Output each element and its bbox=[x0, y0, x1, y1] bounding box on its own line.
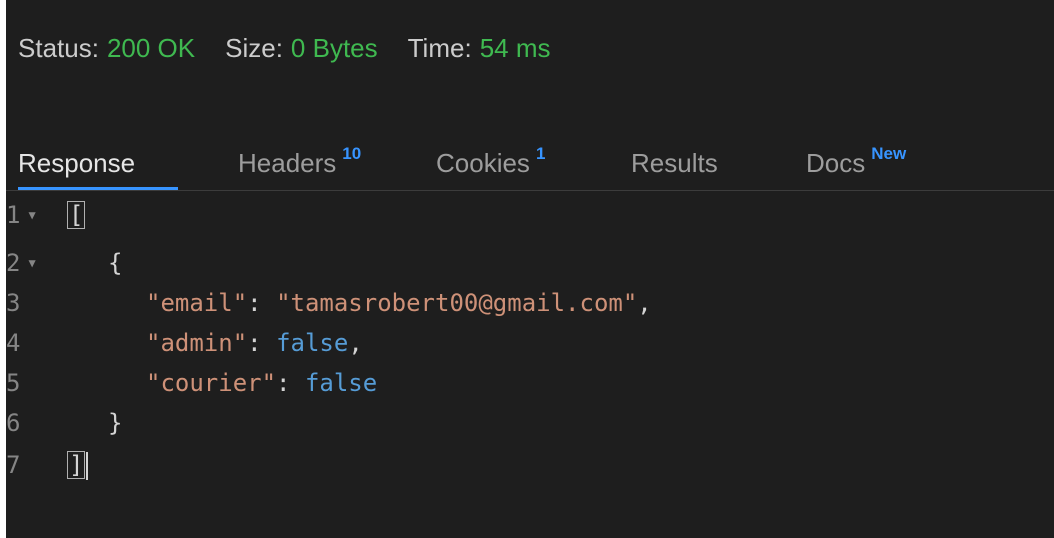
status-label: Status: bbox=[18, 32, 99, 63]
json-string-value: "tamasrobert00@gmail.com" bbox=[276, 289, 638, 317]
tab-cookies-label: Cookies bbox=[436, 148, 530, 178]
line-number: 5 bbox=[6, 369, 21, 397]
code-line: 7 ] bbox=[6, 446, 1054, 484]
size-label: Size: bbox=[225, 32, 283, 63]
tab-results[interactable]: Results bbox=[631, 138, 718, 190]
tab-headers-label: Headers bbox=[238, 148, 337, 178]
json-boolean-value: false bbox=[276, 329, 349, 357]
status-bar: Status: 200 OK Size: 0 Bytes Time: 54 ms bbox=[18, 28, 581, 68]
code-line: 1 ▼ [ bbox=[6, 196, 1054, 234]
open-brace: { bbox=[108, 249, 123, 277]
headers-count-badge: 10 bbox=[342, 144, 362, 163]
code-content: { bbox=[108, 249, 122, 277]
code-line: 6 } bbox=[6, 404, 1054, 442]
tab-response-label: Response bbox=[18, 148, 136, 178]
json-key: "admin" bbox=[146, 329, 248, 357]
line-number: 7 bbox=[6, 451, 21, 479]
tab-cookies[interactable]: Cookies 1 bbox=[436, 138, 545, 190]
line-number: 2 bbox=[6, 249, 21, 277]
cookies-count-badge: 1 bbox=[535, 144, 546, 163]
tab-docs[interactable]: Docs New bbox=[806, 138, 906, 190]
close-brace: } bbox=[108, 409, 123, 437]
open-bracket: [ bbox=[66, 201, 86, 229]
line-gutter: 5 bbox=[6, 369, 64, 397]
line-gutter: 3 bbox=[6, 289, 64, 317]
response-panel: Status: 200 OK Size: 0 Bytes Time: 54 ms… bbox=[6, 0, 1054, 538]
code-line: 2 ▼ { bbox=[6, 244, 1054, 282]
chevron-down-icon[interactable]: ▼ bbox=[28, 256, 35, 270]
chevron-down-icon[interactable]: ▼ bbox=[28, 208, 35, 222]
close-bracket: ] bbox=[66, 450, 86, 479]
time-group: Time: 54 ms bbox=[408, 33, 551, 64]
line-number: 1 bbox=[6, 201, 21, 229]
code-content: } bbox=[108, 409, 122, 437]
tab-docs-label: Docs bbox=[806, 148, 866, 178]
line-number: 4 bbox=[6, 329, 21, 357]
json-boolean-value: false bbox=[304, 369, 378, 397]
size-value: 0 Bytes bbox=[290, 32, 378, 63]
line-gutter: 7 bbox=[6, 451, 64, 479]
time-value: 54 ms bbox=[479, 32, 551, 63]
tab-response[interactable]: Response bbox=[18, 138, 178, 190]
text-cursor bbox=[86, 451, 89, 480]
code-content: [ bbox=[66, 201, 86, 229]
time-label: Time: bbox=[407, 32, 472, 63]
code-content: "courier": false bbox=[146, 369, 377, 397]
colon: : bbox=[247, 329, 277, 357]
code-content: ] bbox=[66, 450, 89, 480]
tab-headers[interactable]: Headers 10 bbox=[238, 138, 361, 190]
json-key: "email" bbox=[146, 289, 248, 317]
code-line: 5 "courier": false bbox=[6, 364, 1054, 402]
size-group: Size: 0 Bytes bbox=[225, 33, 378, 64]
line-gutter: 4 bbox=[6, 329, 64, 357]
status-value: 200 OK bbox=[106, 32, 196, 63]
docs-new-badge: New bbox=[871, 144, 907, 163]
code-content: "email": "tamasrobert00@gmail.com", bbox=[146, 289, 652, 317]
code-line: 4 "admin": false, bbox=[6, 324, 1054, 362]
status-group: Status: 200 OK bbox=[18, 33, 195, 64]
response-tabs: Response Headers 10 Cookies 1 Results Do… bbox=[6, 128, 1054, 191]
code-line: 3 "email": "tamasrobert00@gmail.com", bbox=[6, 284, 1054, 322]
colon: : bbox=[247, 289, 277, 317]
line-number: 6 bbox=[6, 409, 21, 437]
json-key: "courier" bbox=[146, 369, 277, 397]
code-content: "admin": false, bbox=[146, 329, 363, 357]
comma: , bbox=[348, 329, 363, 357]
line-number: 3 bbox=[6, 289, 21, 317]
line-gutter: 6 bbox=[6, 409, 64, 437]
line-gutter: 1 ▼ bbox=[6, 201, 64, 229]
comma: , bbox=[637, 289, 652, 317]
line-gutter: 2 ▼ bbox=[6, 249, 64, 277]
tab-results-label: Results bbox=[631, 148, 718, 178]
response-editor[interactable]: 1 ▼ [ 2 ▼ { 3 "email": "tamasrobert00@gm… bbox=[6, 192, 1054, 538]
colon: : bbox=[276, 369, 305, 397]
